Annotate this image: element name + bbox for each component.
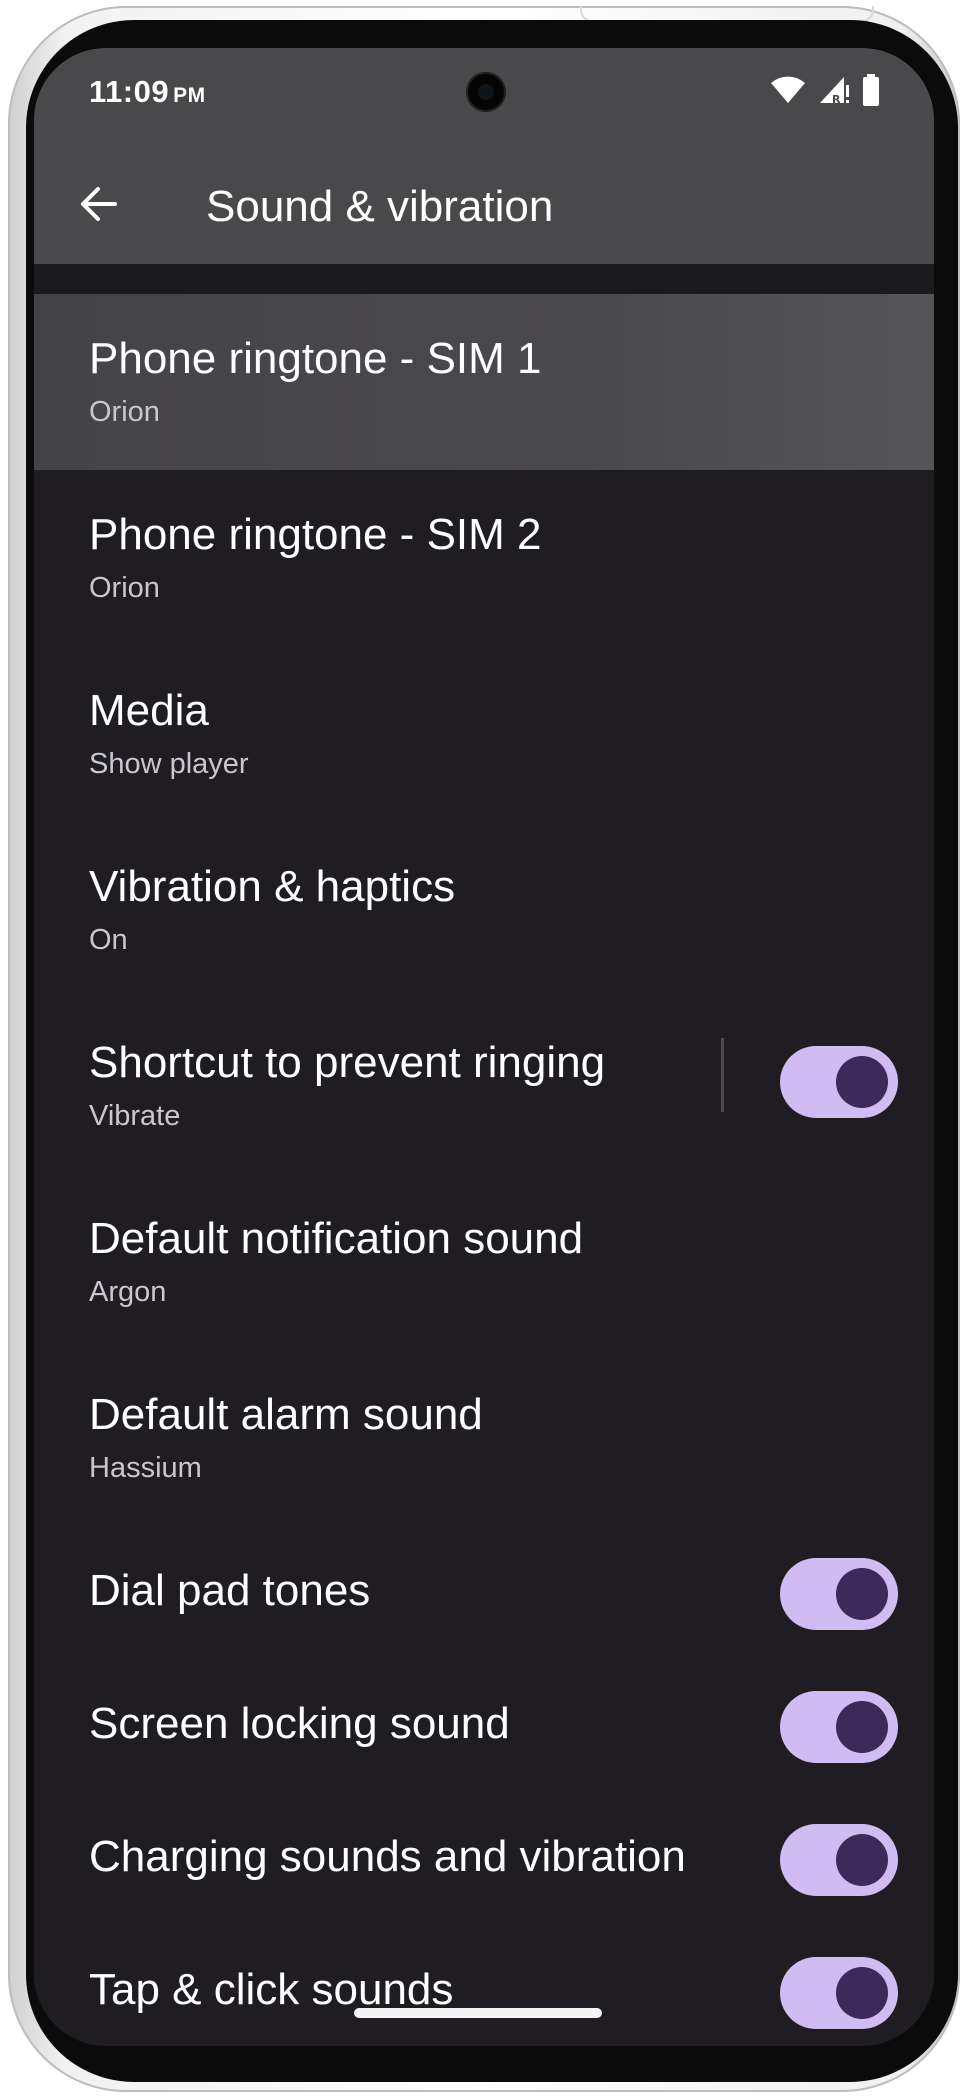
setting-title: Charging sounds and vibration <box>89 1832 686 1881</box>
setting-title: Phone ringtone - SIM 1 <box>89 334 542 383</box>
toggle-knob <box>836 1056 888 1108</box>
screen-locking-sound-toggle[interactable] <box>780 1691 898 1763</box>
wifi-icon <box>770 75 806 110</box>
setting-media[interactable]: Media Show player <box>34 646 934 822</box>
setting-vibration-haptics[interactable]: Vibration & haptics On <box>34 822 934 998</box>
back-button[interactable] <box>68 176 128 236</box>
signal-icon: R <box>818 75 850 110</box>
setting-subtitle: Hassium <box>89 1452 202 1484</box>
battery-icon <box>862 73 880 111</box>
setting-title: Shortcut to prevent ringing <box>89 1038 606 1087</box>
toggle-knob <box>836 1568 888 1620</box>
toggle-knob <box>836 1701 888 1753</box>
app-bar: Sound & vibration <box>34 148 934 264</box>
charging-sounds-toggle[interactable] <box>780 1824 898 1896</box>
settings-list: Phone ringtone - SIM 1 Orion Phone ringt… <box>34 294 934 2046</box>
setting-phone-ringtone-sim2[interactable]: Phone ringtone - SIM 2 Orion <box>34 470 934 646</box>
screen: 11:09 PM R Sound & vibration Phone ringt… <box>34 48 934 2046</box>
setting-subtitle: Orion <box>89 396 160 428</box>
setting-shortcut-prevent-ringing[interactable]: Shortcut to prevent ringing Vibrate <box>34 998 934 1174</box>
status-icons: R <box>770 73 880 111</box>
gesture-nav-handle[interactable] <box>354 2008 602 2018</box>
setting-charging-sounds[interactable]: Charging sounds and vibration <box>34 1792 934 1925</box>
setting-screen-locking-sound[interactable]: Screen locking sound <box>34 1659 934 1792</box>
setting-subtitle: Show player <box>89 748 249 780</box>
item-divider <box>721 1038 724 1112</box>
front-camera <box>466 72 506 112</box>
arrow-back-icon <box>78 186 118 227</box>
setting-tap-click-sounds[interactable]: Tap & click sounds <box>34 1925 934 2046</box>
setting-title: Screen locking sound <box>89 1699 510 1748</box>
setting-default-alarm-sound[interactable]: Default alarm sound Hassium <box>34 1350 934 1526</box>
setting-title: Default notification sound <box>89 1214 584 1263</box>
setting-subtitle: Argon <box>89 1276 167 1308</box>
tap-click-sounds-toggle[interactable] <box>780 1957 898 2029</box>
setting-subtitle: Orion <box>89 572 160 604</box>
setting-subtitle: On <box>89 924 128 956</box>
svg-text:R: R <box>832 93 841 105</box>
setting-phone-ringtone-sim1[interactable]: Phone ringtone - SIM 1 Orion <box>34 294 934 470</box>
toggle-knob <box>836 1834 888 1886</box>
dial-pad-tones-toggle[interactable] <box>780 1558 898 1630</box>
status-time-ampm: PM <box>173 84 206 107</box>
header-area: 11:09 PM R Sound & vibration <box>34 48 934 264</box>
shortcut-prevent-ringing-toggle[interactable] <box>780 1046 898 1118</box>
header-gap <box>34 264 934 294</box>
toggle-knob <box>836 1967 888 2019</box>
status-bar: 11:09 PM R <box>34 48 934 138</box>
setting-title: Phone ringtone - SIM 2 <box>89 510 542 559</box>
setting-title: Default alarm sound <box>89 1390 483 1439</box>
page-title: Sound & vibration <box>206 182 554 231</box>
status-time: 11:09 PM <box>89 74 206 110</box>
setting-title: Media <box>89 686 209 735</box>
setting-dial-pad-tones[interactable]: Dial pad tones <box>34 1526 934 1659</box>
status-time-value: 11:09 <box>89 74 170 109</box>
setting-default-notification-sound[interactable]: Default notification sound Argon <box>34 1174 934 1350</box>
setting-title: Dial pad tones <box>89 1566 371 1615</box>
setting-title: Vibration & haptics <box>89 862 456 911</box>
setting-subtitle: Vibrate <box>89 1100 181 1132</box>
